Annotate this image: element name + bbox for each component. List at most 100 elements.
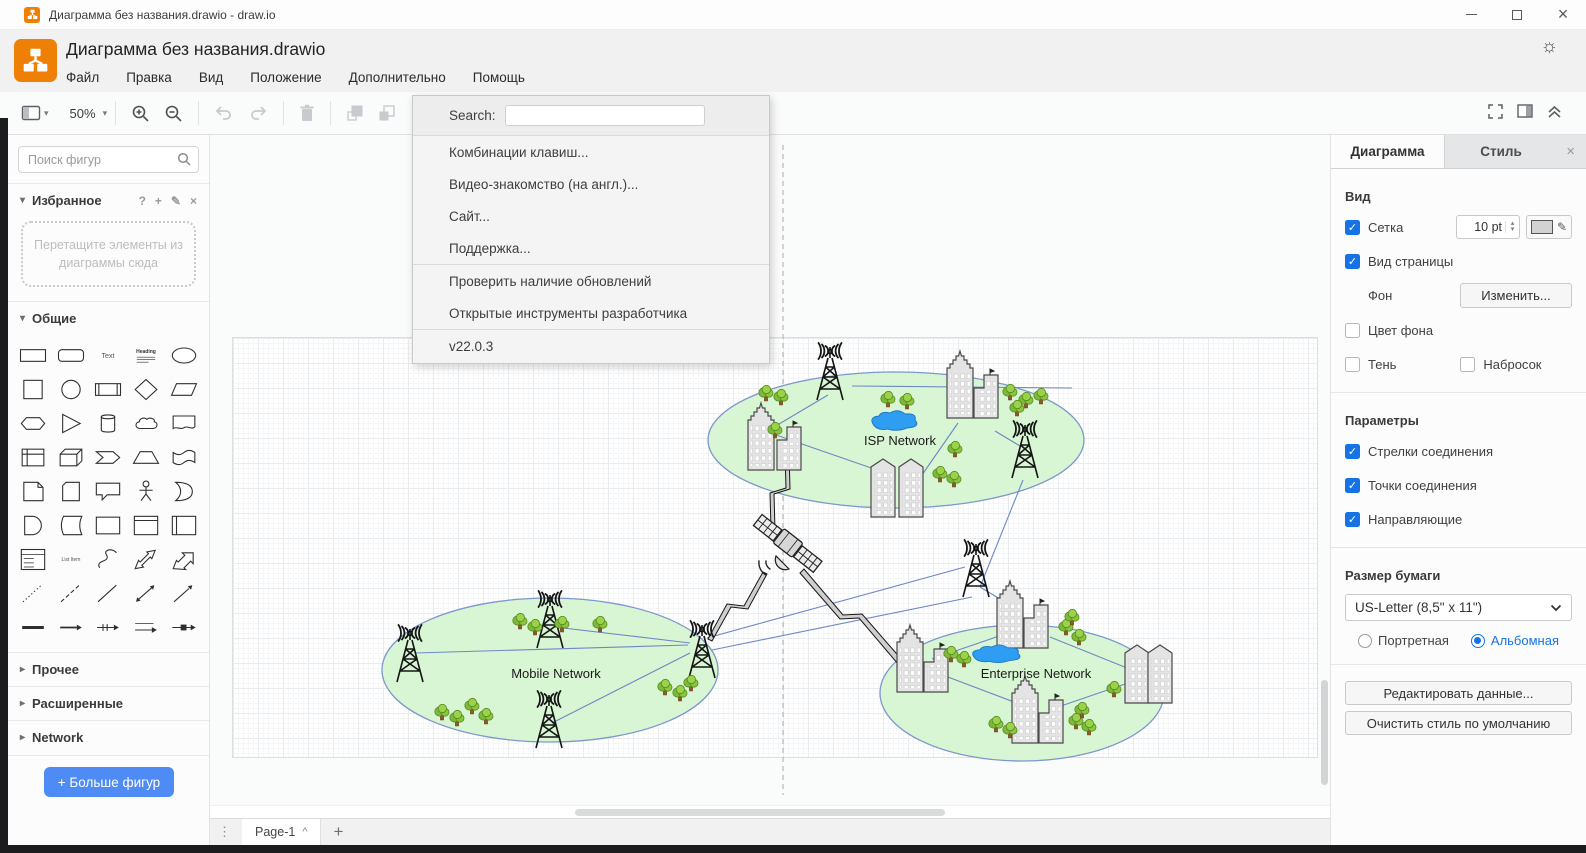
menu-item-check-updates[interactable]: Проверить наличие обновлений [413,265,769,297]
shadow-checkbox[interactable]: ✓ [1345,356,1360,372]
bg-color-checkbox[interactable]: ✓ [1345,322,1360,338]
page-menu-caret-icon[interactable]: ^ [302,826,307,838]
clear-default-style-button[interactable]: Очистить стиль по умолчанию [1345,711,1572,735]
shape-connector-symbol[interactable] [165,611,203,644]
shape-circle[interactable] [52,373,90,406]
sidebar-section-network[interactable]: ▸ Network [8,720,209,754]
pages-menu-icon[interactable]: ⋮ [218,824,232,840]
to-back-button[interactable] [371,98,403,128]
enterprise-network-label[interactable]: Enterprise Network [981,666,1092,681]
shape-arrow[interactable] [165,543,203,576]
shape-cylinder[interactable] [90,407,128,440]
drawing-canvas[interactable]: ISP Network Mobile Network Enterprise Ne… [210,135,1330,805]
shape-tape[interactable] [165,441,203,474]
shape-or[interactable] [165,475,203,508]
shape-vertical-container[interactable] [165,509,203,542]
close-panel-icon[interactable]: × [1566,135,1586,168]
menu-view[interactable]: Вид [199,70,223,85]
shape-data-storage[interactable] [52,509,90,542]
shape-diamond[interactable] [127,373,165,406]
menu-item-website[interactable]: Сайт... [413,200,769,232]
shape-cloud[interactable] [127,407,165,440]
horizontal-scrollbar-track[interactable] [210,805,1330,818]
undo-button[interactable] [207,98,241,128]
to-front-button[interactable] [339,98,371,128]
menu-file[interactable]: Файл [66,70,99,85]
shape-curve[interactable] [90,543,128,576]
shape-dotted-line[interactable] [14,577,52,610]
shape-triangle[interactable] [52,407,90,440]
add-page-button[interactable]: + [333,822,343,842]
help-icon[interactable]: ? [139,194,146,208]
favorites-dropzone[interactable]: Перетащите элементы из диаграммы сюда [21,221,196,288]
shape-dashed-line[interactable] [52,577,90,610]
shape-bold-line[interactable] [14,611,52,644]
shape-cube[interactable] [52,441,90,474]
portrait-radio[interactable]: Портретная [1358,633,1449,648]
spin-down-icon[interactable]: ▾ [1511,226,1515,233]
paper-size-select[interactable]: US-Letter (8,5" x 11") [1345,594,1572,621]
page-tab[interactable]: Page-1 ^ [242,819,322,845]
menu-item-dev-tools[interactable]: Открытые инструменты разработчика [413,297,769,329]
zoom-level[interactable]: 50% [56,106,100,121]
guides-checkbox[interactable]: ✓ [1345,511,1360,527]
connection-arrows-checkbox[interactable]: ✓ [1345,443,1360,459]
shape-actor[interactable] [127,475,165,508]
shape-search-input[interactable] [18,146,199,173]
mobile-network-label[interactable]: Mobile Network [511,666,601,681]
shape-window[interactable] [127,509,165,542]
shape-rounded-rectangle[interactable] [52,339,90,372]
satellite-icon[interactable] [752,513,824,576]
shape-directional-connector[interactable] [165,577,203,610]
general-section-header[interactable]: ▾ Общие [8,302,209,335]
theme-icon[interactable]: ☼ [1541,36,1558,58]
shape-document[interactable] [165,407,203,440]
edit-data-button[interactable]: Редактировать данные... [1345,681,1572,705]
collapse-toolbar-icon[interactable] [1547,105,1562,123]
favorites-section-header[interactable]: ▾ Избранное ? + ✎ × [8,184,209,217]
more-shapes-button[interactable]: + Больше фигур [44,767,174,797]
view-panels-button[interactable]: ▾ [14,98,56,128]
add-icon[interactable]: + [155,194,162,208]
shape-card[interactable] [52,475,90,508]
zoom-in-button[interactable] [124,98,157,128]
menu-extras[interactable]: Дополнительно [349,70,446,85]
close-button[interactable]: × [1540,0,1586,29]
shape-callout[interactable] [90,475,128,508]
zoom-caret-icon[interactable]: ▾ [103,108,108,119]
delete-button[interactable] [292,98,322,128]
menu-arrange[interactable]: Положение [250,70,321,85]
sketch-checkbox[interactable]: ✓ [1460,356,1476,372]
shape-and[interactable] [14,509,52,542]
vertical-scrollbar[interactable] [1321,680,1328,785]
format-panel-toggle-icon[interactable] [1517,104,1533,123]
shape-heading[interactable]: Heading [127,339,165,372]
shape-line[interactable] [90,577,128,610]
menu-help[interactable]: Помощь [473,70,525,85]
grid-color-button[interactable]: ✎ [1526,215,1572,239]
shape-connector-arrow[interactable] [127,611,165,644]
shape-hexagon[interactable] [14,407,52,440]
sidebar-section-misc[interactable]: ▸ Прочее [8,652,209,686]
remove-icon[interactable]: × [190,194,197,208]
fullscreen-icon[interactable] [1488,103,1503,124]
shape-bidirectional-connector[interactable] [127,577,165,610]
redo-button[interactable] [241,98,275,128]
shape-step[interactable] [90,441,128,474]
maximize-button[interactable] [1494,0,1540,29]
shape-parallelogram[interactable] [165,373,203,406]
horizontal-scrollbar[interactable] [575,809,945,816]
landscape-radio[interactable]: Альбомная [1470,633,1559,648]
menu-edit[interactable]: Правка [126,70,172,85]
shape-internal-storage[interactable] [14,441,52,474]
shape-text[interactable]: Text [90,339,128,372]
grid-checkbox[interactable]: ✓ [1345,219,1360,235]
page-view-checkbox[interactable]: ✓ [1345,253,1360,269]
shape-bidirectional-arrow[interactable] [127,543,165,576]
shape-link-arrow[interactable] [90,611,128,644]
change-background-button[interactable]: Изменить... [1460,283,1572,308]
shape-link[interactable] [52,611,90,644]
shape-process[interactable] [90,373,128,406]
menu-item-support[interactable]: Поддержка... [413,232,769,264]
shape-note[interactable] [14,475,52,508]
